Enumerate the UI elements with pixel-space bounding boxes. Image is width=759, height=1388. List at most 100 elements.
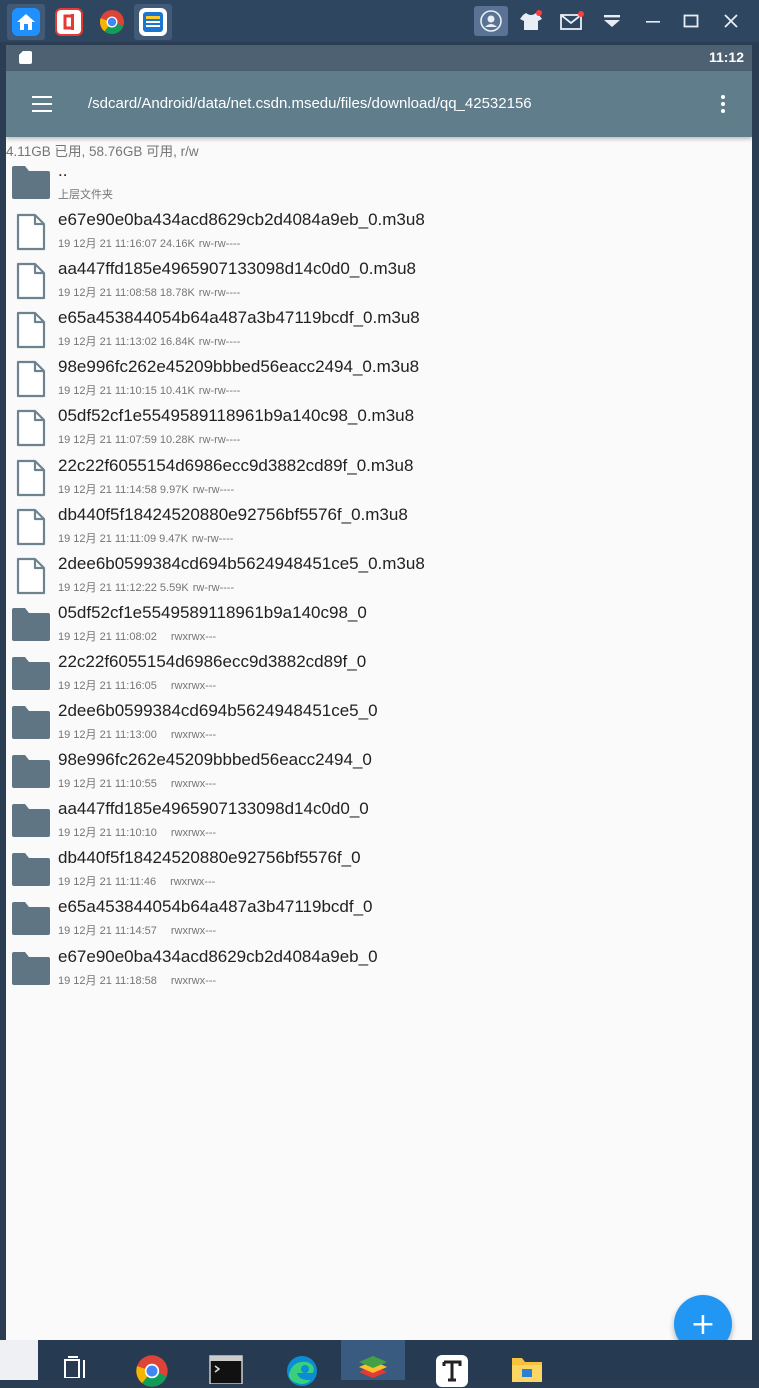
entry-date-size: 19 12月 21 11:12:22 5.59K: [58, 581, 189, 594]
entry-meta: 19 12月 21 11:11:46 rwxrwx---: [58, 873, 215, 889]
file-icon: [10, 213, 52, 251]
file-manager-icon: [139, 8, 167, 36]
typora-icon[interactable]: [420, 1340, 484, 1387]
entry-permissions: rwxrwx---: [170, 827, 217, 840]
file-row[interactable]: 22c22f6055154d6986ecc9d3882cd89f_0.m3u8 1…: [6, 453, 752, 502]
entry-name: db440f5f18424520880e92756bf5576f_0.m3u8: [58, 504, 408, 524]
entry-date-size: 19 12月 21 11:08:02: [58, 630, 157, 643]
storage-info: 4.11GB 已用, 58.76GB 可用, r/w: [6, 144, 199, 159]
entry-date-size: 19 12月 21 11:08:58 18.78K: [58, 287, 195, 300]
entry-name: ..: [58, 161, 68, 180]
folder-row[interactable]: db440f5f18424520880e92756bf5576f_0 19 12月…: [6, 845, 752, 894]
entry-permissions: rw-rw----: [198, 434, 241, 447]
edge-icon[interactable]: [270, 1340, 334, 1386]
status-bar: 11:12: [6, 45, 752, 71]
account-icon[interactable]: [474, 6, 508, 36]
start-area[interactable]: [0, 1340, 38, 1380]
folder-row[interactable]: .. 上层文件夹: [6, 158, 752, 207]
entry-date-size: 19 12月 21 11:13:00: [58, 729, 157, 742]
folder-icon: [10, 950, 52, 988]
add-icon: +: [690, 1306, 716, 1341]
chrome-taskbar-icon[interactable]: [120, 1340, 184, 1387]
file-manager-tab[interactable]: [134, 4, 172, 40]
folder-icon: [10, 900, 52, 938]
entry-meta: 19 12月 21 11:12:22 5.59K rw-rw----: [58, 579, 234, 595]
entry-meta: 19 12月 21 11:13:00 rwxrwx---: [58, 726, 216, 742]
chrome-icon: [98, 8, 126, 36]
entry-name: aa447ffd185e4965907133098d14c0d0_0.m3u8: [58, 259, 416, 279]
folder-row[interactable]: 22c22f6055154d6986ecc9d3882cd89f_0 19 12月…: [6, 649, 752, 698]
entry-name: db440f5f18424520880e92756bf5576f_0: [58, 848, 361, 868]
entry-date-size: 19 12月 21 11:16:05: [58, 679, 157, 692]
file-row[interactable]: 05df52cf1e5549589118961b9a140c98_0.m3u8 1…: [6, 403, 752, 452]
shirt-icon[interactable]: [514, 6, 548, 36]
folder-row[interactable]: e65a453844054b64a487a3b47119bcdf_0 19 12月…: [6, 894, 752, 943]
folder-row[interactable]: 05df52cf1e5549589118961b9a140c98_0 19 12月…: [6, 600, 752, 649]
folder-icon: [10, 164, 52, 202]
entry-meta: 19 12月 21 11:16:05 rwxrwx---: [58, 677, 216, 693]
entry-meta: 上层文件夹: [58, 186, 113, 202]
add-button[interactable]: +: [674, 1295, 732, 1340]
task-view-icon[interactable]: [43, 1340, 107, 1380]
entry-permissions: rwxrwx---: [170, 974, 217, 987]
file-row[interactable]: 2dee6b0599384cd694b5624948451ce5_0.m3u8 1…: [6, 551, 752, 600]
status-time: 11:12: [708, 49, 744, 65]
entry-date-size: 19 12月 21 11:13:02 16.84K: [58, 336, 195, 349]
folder-row[interactable]: 2dee6b0599384cd694b5624948451ce5_0 19 12月…: [6, 698, 752, 747]
file-icon: [10, 262, 52, 300]
folder-icon: [10, 802, 52, 840]
folder-row[interactable]: aa447ffd185e4965907133098d14c0d0_0 19 12月…: [6, 796, 752, 845]
entry-permissions: rw-rw----: [192, 581, 235, 594]
file-explorer-icon[interactable]: [495, 1340, 559, 1382]
entry-meta: 19 12月 21 11:10:10 rwxrwx---: [58, 824, 216, 840]
file-row[interactable]: 98e996fc262e45209bbbed56eacc2494_0.m3u8 1…: [6, 354, 752, 403]
file-icon: [10, 459, 52, 497]
entry-date-size: 19 12月 21 11:16:07 24.16K: [58, 238, 195, 251]
file-row[interactable]: db440f5f18424520880e92756bf5576f_0.m3u8 1…: [6, 502, 752, 551]
home-tab[interactable]: [7, 4, 45, 40]
close-icon[interactable]: [714, 6, 748, 36]
chrome-tab[interactable]: [93, 4, 131, 40]
folder-icon: [10, 606, 52, 644]
entry-date-size: 19 12月 21 11:07:59 10.28K: [58, 434, 195, 447]
file-row[interactable]: e67e90e0ba434acd8629cb2d4084a9eb_0.m3u8 1…: [6, 207, 752, 256]
minimize-icon[interactable]: [636, 6, 670, 36]
maximize-icon[interactable]: [674, 6, 708, 36]
current-path: /sdcard/Android/data/net.csdn.msedu/file…: [88, 95, 532, 112]
bluestacks-icon[interactable]: [341, 1340, 405, 1380]
entry-meta: 19 12月 21 11:18:58 rwxrwx---: [58, 972, 216, 988]
emulator-title-bar: [0, 0, 759, 42]
folder-icon: [10, 655, 52, 693]
taskbar: [0, 1340, 759, 1387]
dropdown-icon[interactable]: [595, 6, 629, 36]
entry-permissions: rwxrwx---: [170, 925, 217, 938]
mail-icon[interactable]: [555, 6, 589, 36]
sd-card-icon: [19, 51, 32, 64]
entry-name: e67e90e0ba434acd8629cb2d4084a9eb_0: [58, 946, 378, 966]
entry-name: 05df52cf1e5549589118961b9a140c98_0.m3u8: [58, 406, 415, 426]
entry-permissions: rwxrwx---: [170, 630, 217, 643]
entry-name: e65a453844054b64a487a3b47119bcdf_0: [58, 897, 373, 917]
file-row[interactable]: aa447ffd185e4965907133098d14c0d0_0.m3u8 1…: [6, 256, 752, 305]
entry-name: 05df52cf1e5549589118961b9a140c98_0: [58, 602, 367, 622]
more-vert-icon[interactable]: [720, 95, 726, 113]
folder-icon: [10, 851, 52, 889]
file-row[interactable]: e65a453844054b64a487a3b47119bcdf_0.m3u8 1…: [6, 305, 752, 354]
csdn-tab[interactable]: [50, 4, 88, 40]
entry-name: 2dee6b0599384cd694b5624948451ce5_0: [58, 701, 378, 721]
hamburger-menu-icon[interactable]: [32, 96, 52, 112]
entry-date-size: 19 12月 21 11:11:46: [58, 876, 157, 889]
entry-name: e67e90e0ba434acd8629cb2d4084a9eb_0.m3u8: [58, 210, 425, 230]
entry-date-size: 19 12月 21 11:18:58: [58, 974, 157, 987]
entry-meta: 19 12月 21 11:10:55 rwxrwx---: [58, 775, 216, 791]
android-screen: 11:12 /sdcard/Android/data/net.csdn.msed…: [6, 45, 752, 1340]
entry-meta: 19 12月 21 11:13:02 16.84K rw-rw----: [58, 333, 240, 349]
folder-row[interactable]: 98e996fc262e45209bbbed56eacc2494_0 19 12月…: [6, 747, 752, 796]
entry-name: e65a453844054b64a487a3b47119bcdf_0.m3u8: [58, 308, 420, 328]
home-icon: [12, 8, 40, 36]
terminal-icon[interactable]: [194, 1340, 258, 1384]
entry-permissions: rw-rw----: [198, 238, 241, 251]
entry-meta: 19 12月 21 11:08:58 18.78K rw-rw----: [58, 284, 240, 300]
entry-permissions: rwxrwx---: [170, 876, 216, 889]
folder-row[interactable]: e67e90e0ba434acd8629cb2d4084a9eb_0 19 12月…: [6, 944, 752, 993]
